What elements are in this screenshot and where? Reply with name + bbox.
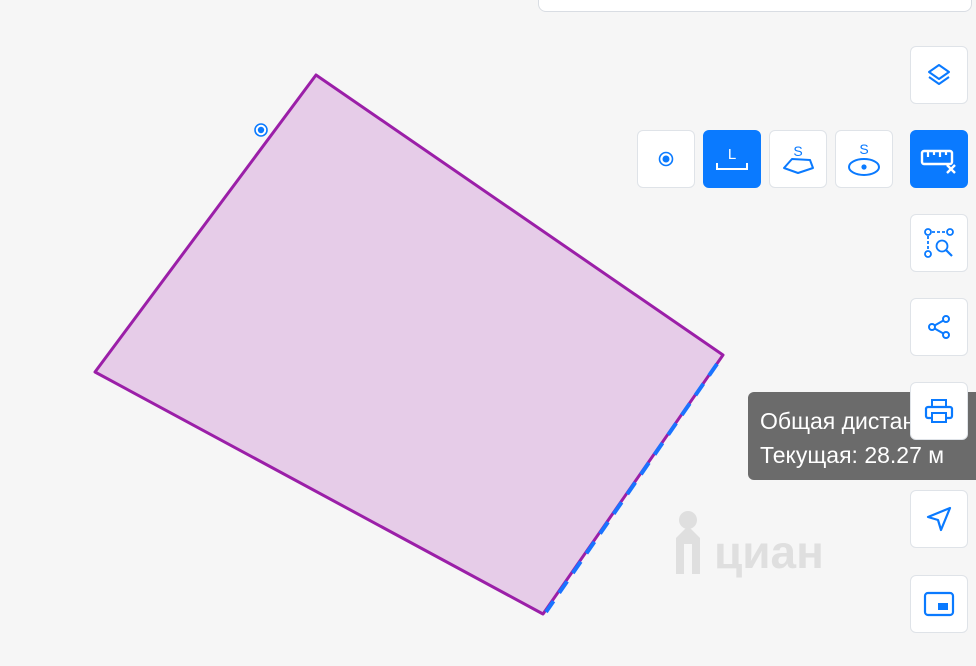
minimap-button[interactable] [910, 575, 968, 633]
print-button[interactable] [910, 382, 968, 440]
share-icon [926, 314, 952, 340]
printer-icon [924, 397, 954, 425]
map-canvas[interactable] [0, 0, 976, 661]
map-drawing[interactable] [0, 0, 976, 661]
radius-area-label: S [859, 141, 868, 157]
navigation-arrow-icon [925, 505, 953, 533]
distance-label: L [728, 146, 736, 163]
measure-radius-area-button[interactable]: S [835, 130, 893, 188]
select-area-search-icon [923, 227, 955, 259]
measure-distance-button[interactable]: L [703, 130, 761, 188]
area-label: S [793, 143, 802, 159]
select-area-button[interactable] [910, 214, 968, 272]
locate-button[interactable] [910, 490, 968, 548]
point-marker[interactable] [254, 123, 268, 137]
distance-icon: L [714, 144, 750, 174]
current-distance-text: Текущая: 28.27 м [760, 442, 945, 468]
measure-area-button[interactable]: S [769, 130, 827, 188]
picture-in-picture-icon [923, 591, 955, 617]
point-icon [655, 148, 677, 170]
circle-area-icon: S [846, 141, 882, 177]
ruler-button[interactable] [910, 130, 968, 188]
land-plot-polygon[interactable] [93, 73, 725, 616]
layers-icon [926, 62, 952, 88]
share-button[interactable] [910, 298, 968, 356]
measure-point-button[interactable] [637, 130, 695, 188]
search-field[interactable] [538, 0, 972, 12]
area-icon: S [780, 142, 816, 176]
ruler-close-icon [920, 144, 958, 174]
layers-button[interactable] [910, 46, 968, 104]
